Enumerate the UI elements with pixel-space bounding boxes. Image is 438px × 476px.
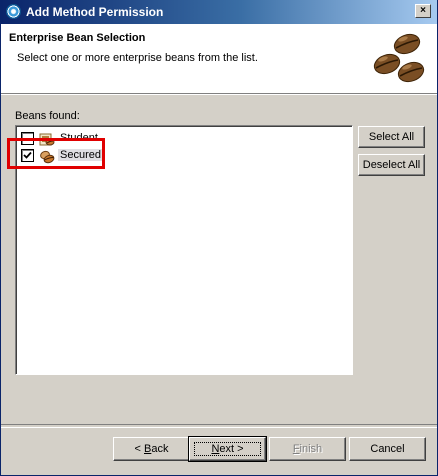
footer-separator [1,424,437,428]
finish-mnemonic: F [292,443,300,455]
window-title: Add Method Permission [26,5,164,19]
cancel-button[interactable]: Cancel [349,437,426,461]
page-description: Select one or more enterprise beans from… [17,52,258,64]
app-icon [6,4,21,19]
back-label-prefix: < [134,443,144,455]
selection-highlight-annotation [7,138,105,169]
back-button[interactable]: < Back [113,437,190,461]
close-icon[interactable]: × [415,4,431,18]
select-all-button[interactable]: Select All [358,126,425,148]
coffee-beans-icon [373,33,425,83]
focus-ring [194,442,261,456]
wizard-banner: Enterprise Bean Selection Select one or … [1,24,437,94]
next-button[interactable]: Next > [188,436,267,462]
banner-separator [1,94,437,97]
title-bar[interactable]: Add Method Permission × [1,0,437,24]
deselect-all-button[interactable]: Deselect All [358,154,425,176]
beans-found-label: Beans found: [15,110,80,122]
page-title: Enterprise Bean Selection [9,32,146,44]
add-method-permission-dialog: Add Method Permission × Enterprise Bean … [0,0,438,476]
back-label-suffix: ack [151,443,169,455]
finish-label-suffix: inish [299,443,323,455]
finish-button[interactable]: Finish [269,437,346,461]
